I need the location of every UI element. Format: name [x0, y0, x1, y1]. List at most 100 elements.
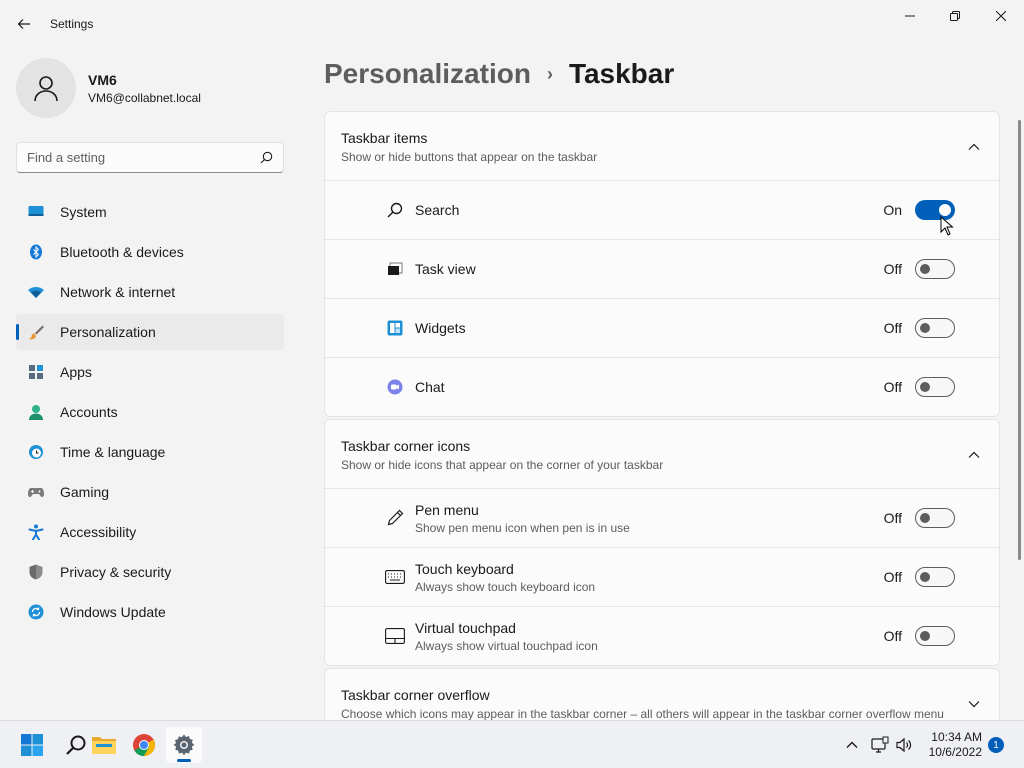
sidebar-item-personalization[interactable]: Personalization [16, 314, 284, 350]
bluetooth-icon [28, 244, 44, 260]
sidebar-item-label: Bluetooth & devices [60, 244, 184, 260]
user-icon [34, 76, 58, 102]
shield-icon [28, 564, 44, 580]
toggle-state: Off [883, 628, 902, 644]
toggle-knob [920, 572, 930, 582]
setting-label: Chat [415, 379, 445, 395]
setting-label: Touch keyboard [415, 560, 514, 577]
sidebar-item-label: Accessibility [60, 524, 137, 540]
section-subtitle: Choose which icons may appear in the tas… [341, 707, 944, 720]
corner-icons-header[interactable]: Taskbar corner icons Show or hide icons … [325, 420, 999, 488]
sidebar-item-system[interactable]: System [16, 194, 284, 230]
widgets-toggle[interactable] [915, 318, 955, 338]
setting-description: Show pen menu icon when pen is in use [415, 520, 630, 535]
monitor-icon [28, 204, 44, 220]
avatar[interactable] [16, 58, 76, 118]
toggle-state: Off [883, 510, 902, 526]
sidebar-item-time-language[interactable]: Time & language [16, 434, 284, 470]
chrome-icon [133, 734, 155, 756]
pen-menu-toggle[interactable] [915, 508, 955, 528]
toggle-knob [920, 513, 930, 523]
section-title: Taskbar items [341, 130, 428, 146]
task-view-toggle[interactable] [915, 259, 955, 279]
sidebar-item-apps[interactable]: Apps [16, 354, 284, 390]
show-hidden-icons-button[interactable] [842, 735, 862, 755]
arrow-left-icon [17, 19, 30, 29]
sidebar-item-accounts[interactable]: Accounts [16, 394, 284, 430]
back-button[interactable] [12, 12, 36, 36]
volume-button[interactable] [894, 735, 914, 755]
search-box[interactable] [16, 142, 284, 173]
chat-toggle[interactable] [915, 377, 955, 397]
toggle-knob [920, 631, 930, 641]
minimize-icon [905, 15, 915, 17]
toggle-state: Off [883, 569, 902, 585]
close-icon [996, 11, 1006, 21]
setting-description: Always show touch keyboard icon [415, 579, 596, 594]
sidebar-item-label: System [60, 204, 107, 220]
network-icon [871, 736, 889, 753]
sidebar-item-label: Privacy & security [60, 564, 172, 580]
brush-icon [28, 324, 44, 340]
wifi-icon [28, 284, 44, 300]
gamepad-icon [28, 484, 44, 500]
network-status-button[interactable] [870, 735, 890, 755]
corner-overflow-header[interactable]: Taskbar corner overflow Choose which ico… [325, 669, 999, 720]
user-email: VM6@collabnet.local [88, 91, 201, 105]
update-icon [28, 604, 44, 620]
touch-keyboard-toggle[interactable] [915, 567, 955, 587]
section-subtitle: Show or hide icons that appear on the co… [341, 458, 664, 472]
sidebar-item-windows-update[interactable]: Windows Update [16, 594, 284, 630]
touch-keyboard-setting-row: Touch keyboard Always show touch keyboar… [325, 547, 999, 606]
sidebar-item-label: Network & internet [60, 284, 176, 300]
chevron-down-icon [968, 701, 980, 708]
sidebar-item-label: Apps [60, 364, 92, 380]
taskbar-clock[interactable]: 10:34 AM 10/6/2022 [918, 730, 982, 760]
setting-text: Touch keyboard Always show touch keyboar… [415, 561, 595, 594]
title-bar: Settings [0, 0, 1024, 48]
pen-icon [385, 508, 405, 528]
virtual-touchpad-toggle[interactable] [915, 626, 955, 646]
section-title: Taskbar corner icons [341, 438, 471, 454]
chrome-button[interactable] [126, 727, 162, 763]
setting-text: Virtual touchpad Always show virtual tou… [415, 620, 598, 653]
task-view-icon [385, 259, 405, 279]
chevron-up-icon [968, 143, 980, 150]
toggle-knob [920, 264, 930, 274]
toggle-state: Off [883, 379, 902, 395]
accessibility-icon [28, 524, 44, 540]
chevron-up-icon [968, 451, 980, 458]
section-subtitle: Show or hide buttons that appear on the … [341, 150, 598, 164]
toggle-knob [920, 382, 930, 392]
sidebar-item-accessibility[interactable]: Accessibility [16, 514, 284, 550]
taskbar: 10:34 AM 10/6/2022 1 [0, 720, 1024, 768]
sidebar-item-network[interactable]: Network & internet [16, 274, 284, 310]
sidebar-item-gaming[interactable]: Gaming [16, 474, 284, 510]
notification-badge[interactable]: 1 [988, 737, 1004, 753]
minimize-button[interactable] [887, 4, 933, 28]
setting-label: Task view [415, 261, 476, 277]
search-icon [66, 735, 86, 755]
vertical-scrollbar[interactable] [1018, 120, 1021, 560]
breadcrumb-parent-link[interactable]: Personalization [324, 58, 531, 90]
file-explorer-button[interactable] [86, 727, 122, 763]
toggle-knob [939, 204, 951, 216]
apps-icon [28, 364, 44, 380]
sidebar-item-bluetooth[interactable]: Bluetooth & devices [16, 234, 284, 270]
clock-date: 10/6/2022 [928, 745, 982, 759]
start-button[interactable] [14, 727, 50, 763]
maximize-button[interactable] [932, 4, 978, 28]
touchpad-icon [385, 626, 405, 646]
sidebar-item-label: Personalization [60, 324, 156, 340]
settings-taskbar-button[interactable] [166, 727, 202, 763]
close-button[interactable] [978, 4, 1024, 28]
setting-description: Always show virtual touchpad icon [415, 638, 598, 653]
setting-label: Widgets [415, 320, 466, 336]
toggle-state: Off [883, 261, 902, 277]
start-icon [21, 734, 43, 756]
pen-menu-setting-row: Pen menu Show pen menu icon when pen is … [325, 488, 999, 547]
sidebar-item-privacy[interactable]: Privacy & security [16, 554, 284, 590]
taskbar-items-header[interactable]: Taskbar items Show or hide buttons that … [325, 112, 999, 180]
search-input[interactable] [27, 150, 260, 165]
sidebar-item-label: Gaming [60, 484, 110, 500]
